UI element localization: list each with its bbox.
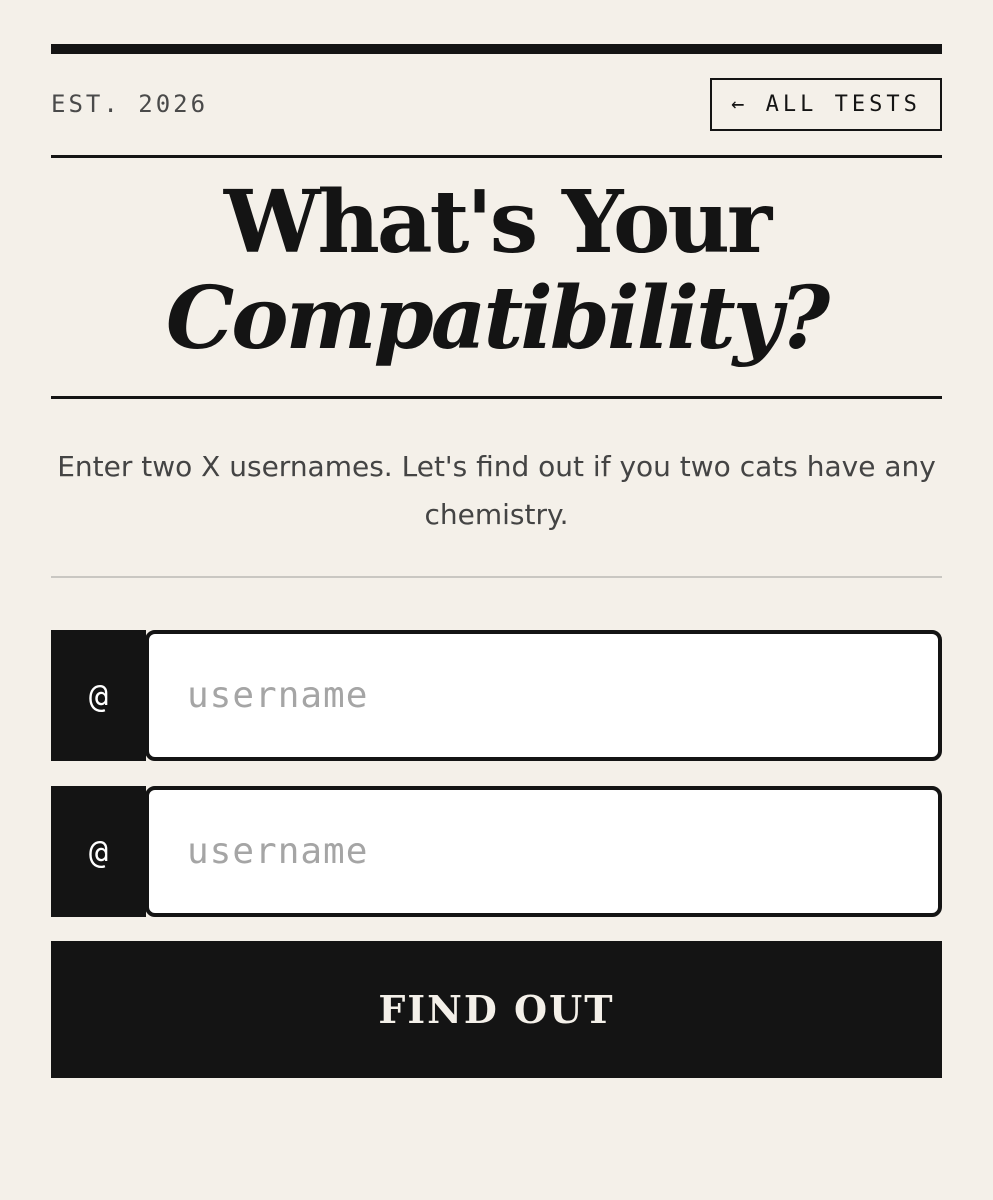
find-out-button[interactable]: FIND OUT: [51, 941, 942, 1078]
top-rule: [51, 44, 942, 54]
username-input-2[interactable]: [145, 786, 942, 917]
compatibility-page: EST. 2026 ← ALL TESTS What's Your Compat…: [0, 0, 993, 1200]
username-field-2: @: [51, 786, 942, 917]
page-title: What's Your Compatibility?: [51, 175, 942, 367]
title-line-2: Compatibility?: [165, 268, 830, 369]
intro-text: Enter two X usernames. Let's find out if…: [57, 450, 936, 531]
at-prefix: @: [51, 630, 146, 761]
username-input-1[interactable]: [145, 630, 942, 761]
at-prefix: @: [51, 786, 146, 917]
title-line-1: What's Your: [223, 172, 772, 273]
username-field-1: @: [51, 630, 942, 761]
title-divider: [51, 396, 942, 399]
est-label: EST. 2026: [51, 90, 209, 118]
form-divider: [51, 576, 942, 578]
all-tests-button[interactable]: ← ALL TESTS: [710, 78, 942, 131]
header-divider: [51, 155, 942, 158]
